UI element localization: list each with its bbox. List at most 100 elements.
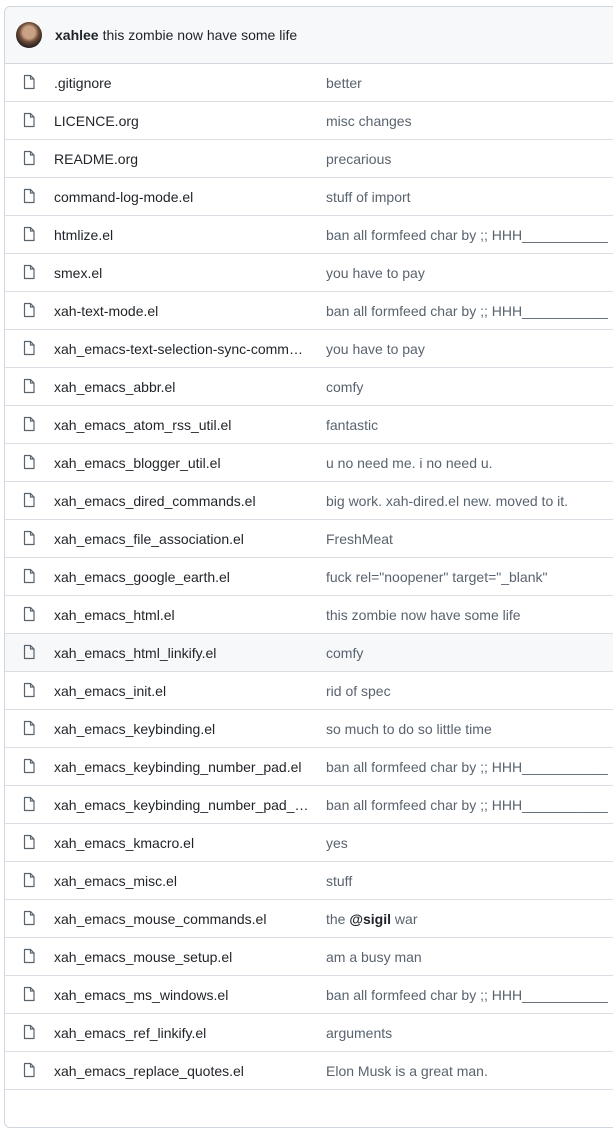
file-row[interactable]: xah_emacs_mouse_commands.el the @sigil wa…	[5, 900, 613, 938]
file-icon	[23, 378, 35, 394]
file-row[interactable]: xah_emacs_html.el this zombie now have so…	[5, 596, 613, 634]
commit-message-link[interactable]: better	[326, 75, 610, 91]
commit-message-link[interactable]: stuff of import	[326, 189, 610, 205]
commit-message-link[interactable]: stuff	[326, 873, 610, 889]
file-name-link[interactable]: xah_emacs_mouse_commands.el	[54, 911, 314, 927]
file-icon	[23, 264, 35, 280]
commit-message-link[interactable]: big work. xah-dired.el new. moved to it.	[326, 493, 610, 509]
file-row[interactable]: xah_emacs_ms_windows.el ban all formfeed …	[5, 976, 613, 1014]
commit-message-link[interactable]: u no need me. i no need u.	[326, 455, 610, 471]
file-row[interactable]: xah-text-mode.el ban all formfeed char by…	[5, 292, 613, 330]
file-name-link[interactable]: xah_emacs_keybinding_number_pad.el	[54, 759, 314, 775]
file-name-link[interactable]: xah_emacs_dired_commands.el	[54, 493, 314, 509]
file-icon	[23, 416, 35, 432]
commit-message-link[interactable]: fantastic	[326, 417, 610, 433]
commit-author[interactable]: xahlee	[55, 27, 99, 43]
file-icon	[23, 530, 35, 546]
file-row[interactable]: command-log-mode.el stuff of import	[5, 178, 613, 216]
commit-message-link[interactable]: Elon Musk is a great man.	[326, 1063, 610, 1079]
file-row[interactable]: xah_emacs_abbr.el comfy	[5, 368, 613, 406]
file-row[interactable]: xah_emacs_ref_linkify.el arguments	[5, 1014, 613, 1052]
file-icon	[23, 644, 35, 660]
file-name-link[interactable]: xah_emacs_html.el	[54, 607, 314, 623]
file-name-link[interactable]: xah_emacs_init.el	[54, 683, 314, 699]
commit-message-link[interactable]: fuck rel="noopener" target="_blank"	[326, 569, 610, 585]
file-row[interactable]: xah_emacs_init.el rid of spec	[5, 672, 613, 710]
file-row[interactable]: xah_emacs_html_linkify.el comfy	[5, 634, 613, 672]
file-icon	[23, 226, 35, 242]
file-icon	[23, 606, 35, 622]
file-name-link[interactable]: xah-text-mode.el	[54, 303, 314, 319]
file-row[interactable]: xah_emacs_keybinding.el so much to do so …	[5, 710, 613, 748]
file-row[interactable]: xah_emacs_misc.el stuff	[5, 862, 613, 900]
file-row[interactable]: xah_emacs_dired_commands.el big work. xah…	[5, 482, 613, 520]
commit-message-link[interactable]: am a busy man	[326, 949, 610, 965]
latest-commit-bar: xahlee this zombie now have some life	[5, 7, 613, 64]
commit-message-link[interactable]: you have to pay	[326, 265, 610, 281]
file-name-link[interactable]: .gitignore	[54, 75, 314, 91]
commit-message-link[interactable]: rid of spec	[326, 683, 610, 699]
commit-message-link[interactable]: ban all formfeed char by ;; HHH_________…	[326, 303, 610, 319]
commit-message-link[interactable]: the @sigil war	[326, 911, 610, 927]
file-icon	[23, 720, 35, 736]
file-name-link[interactable]: xah_emacs_keybinding.el	[54, 721, 314, 737]
file-name-link[interactable]: xah_emacs_kmacro.el	[54, 835, 314, 851]
file-icon	[23, 986, 35, 1002]
file-row[interactable]: xah_emacs_google_earth.el fuck rel="noope…	[5, 558, 613, 596]
commit-message-link[interactable]: FreshMeat	[326, 531, 610, 547]
file-name-link[interactable]: README.org	[54, 151, 314, 167]
file-icon	[23, 340, 35, 356]
file-row[interactable]: xah_emacs_kmacro.el yes	[5, 824, 613, 862]
file-name-link[interactable]: xah_emacs_misc.el	[54, 873, 314, 889]
file-name-link[interactable]: LICENCE.org	[54, 113, 314, 129]
file-row[interactable]: xah_emacs-text-selection-sync-comm… you h…	[5, 330, 613, 368]
file-name-link[interactable]: xah_emacs_keybinding_number_pad_…	[54, 797, 314, 813]
file-row[interactable]: xah_emacs_keybinding_number_pad_… ban all…	[5, 786, 613, 824]
file-icon	[23, 454, 35, 470]
file-row[interactable]: htmlize.el ban all formfeed char by ;; HH…	[5, 216, 613, 254]
user-mention[interactable]: @sigil	[349, 911, 391, 927]
commit-message-link[interactable]: comfy	[326, 645, 610, 661]
commit-message-link[interactable]: ban all formfeed char by ;; HHH_________…	[326, 759, 610, 775]
file-name-link[interactable]: xah_emacs_replace_quotes.el	[54, 1063, 314, 1079]
commit-message-link[interactable]: you have to pay	[326, 341, 610, 357]
file-row[interactable]: xah_emacs_blogger_util.el u no need me. i…	[5, 444, 613, 482]
file-name-link[interactable]: xah_emacs_google_earth.el	[54, 569, 314, 585]
commit-message-link[interactable]: ban all formfeed char by ;; HHH_________…	[326, 227, 610, 243]
file-row[interactable]: xah_emacs_mouse_setup.el am a busy man	[5, 938, 613, 976]
file-row[interactable]: smex.el you have to pay	[5, 254, 613, 292]
file-row[interactable]: README.org precarious	[5, 140, 613, 178]
commit-message[interactable]: this zombie now have some life	[103, 27, 298, 43]
file-name-link[interactable]: xah_emacs_abbr.el	[54, 379, 314, 395]
commit-message-link[interactable]: yes	[326, 835, 610, 851]
file-name-link[interactable]: xah_emacs_ms_windows.el	[54, 987, 314, 1003]
file-row[interactable]: xah_emacs_replace_quotes.el Elon Musk is …	[5, 1052, 613, 1090]
commit-message-link[interactable]: so much to do so little time	[326, 721, 610, 737]
file-icon	[23, 834, 35, 850]
commit-message-text: the	[326, 910, 350, 927]
commit-message-link[interactable]: precarious	[326, 151, 610, 167]
file-row[interactable]: xah_emacs_file_association.el FreshMeat	[5, 520, 613, 558]
file-name-link[interactable]: xah_emacs_mouse_setup.el	[54, 949, 314, 965]
author-avatar[interactable]	[16, 22, 42, 48]
commit-message-link[interactable]: arguments	[326, 1025, 610, 1041]
commit-message-link[interactable]: ban all formfeed char by ;; HHH_________…	[326, 987, 610, 1003]
file-name-link[interactable]: xah_emacs_html_linkify.el	[54, 645, 314, 661]
file-row[interactable]: .gitignore better	[5, 64, 613, 102]
file-row[interactable]: xah_emacs_atom_rss_util.el fantastic	[5, 406, 613, 444]
file-name-link[interactable]: xah_emacs_atom_rss_util.el	[54, 417, 314, 433]
commit-message-link[interactable]: this zombie now have some life	[326, 607, 610, 623]
file-name-link[interactable]: xah_emacs_blogger_util.el	[54, 455, 314, 471]
file-name-link[interactable]: xah_emacs-text-selection-sync-comm…	[54, 341, 314, 357]
commit-message-link[interactable]: ban all formfeed char by ;; HHH_________…	[326, 797, 610, 813]
file-name-link[interactable]: xah_emacs_file_association.el	[54, 531, 314, 547]
file-name-link[interactable]: command-log-mode.el	[54, 189, 314, 205]
commit-message-link[interactable]: comfy	[326, 379, 610, 395]
commit-message-link[interactable]: misc changes	[326, 113, 610, 129]
commit-message-text: war	[391, 910, 418, 927]
file-row[interactable]: LICENCE.org misc changes	[5, 102, 613, 140]
file-name-link[interactable]: smex.el	[54, 265, 314, 281]
file-name-link[interactable]: htmlize.el	[54, 227, 314, 243]
file-row[interactable]: xah_emacs_keybinding_number_pad.el ban al…	[5, 748, 613, 786]
file-name-link[interactable]: xah_emacs_ref_linkify.el	[54, 1025, 314, 1041]
